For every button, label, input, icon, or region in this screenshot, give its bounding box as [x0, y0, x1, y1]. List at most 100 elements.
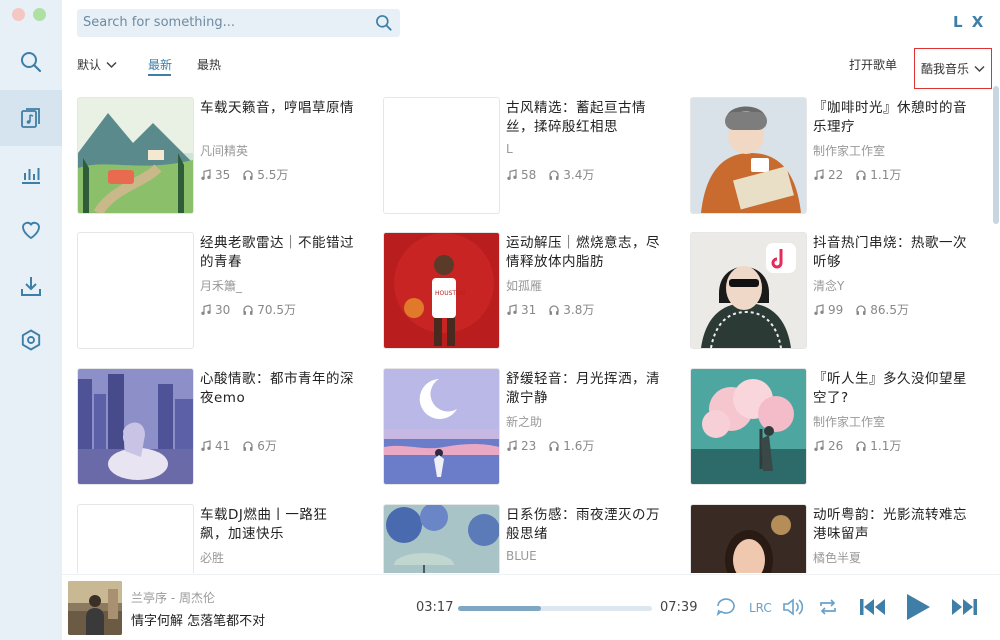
playlist-title[interactable]: 『咖啡时光』休憩时的音乐理疗	[813, 99, 968, 137]
song-count: 30	[215, 302, 231, 317]
search-input[interactable]: Search for something...	[83, 15, 235, 30]
song-count-icon	[507, 303, 517, 315]
playlist-cover[interactable]: HOUSTON	[383, 232, 500, 349]
playlist-cover[interactable]	[383, 97, 500, 214]
comment-icon[interactable]	[715, 597, 737, 617]
song-count-icon	[814, 168, 824, 180]
sidebar-item-settings[interactable]	[0, 312, 62, 368]
window-controls	[12, 8, 46, 21]
svg-text:HOUSTON: HOUSTON	[435, 290, 465, 297]
playlist-title[interactable]: 『听人生』多久没仰望星空了?	[813, 370, 968, 408]
playlist-card[interactable]: 日系伤感：雨夜湮灭の万般思绪 BLUE	[383, 504, 683, 573]
heart-icon	[22, 221, 40, 240]
playlist-cover[interactable]	[690, 368, 807, 485]
playlist-card[interactable]: 舒缓轻音：月光挥洒，清澈宁静 新之助 23 1.6万	[383, 368, 683, 486]
playlist-title[interactable]: 心酸情歌：都市青年的深夜emo	[200, 370, 355, 408]
playlist-card[interactable]: 经典老歌雷达｜不能错过的青春 月禾簫_ 30 70.5万	[77, 232, 377, 350]
sidebar-item-downloads[interactable]	[0, 258, 62, 314]
playlist-card[interactable]: 抖音热门串烧：热歌一次听够 清念Y 99 86.5万	[690, 232, 987, 350]
playlist-author: 橘色半夏	[813, 551, 862, 565]
now-playing-song[interactable]: 兰亭序 - 周杰伦	[131, 589, 215, 606]
song-count-icon	[814, 303, 824, 315]
playlist-cover[interactable]	[690, 97, 807, 214]
tab-hottest[interactable]: 最热	[197, 56, 221, 73]
search-box[interactable]: Search for something...	[77, 9, 400, 37]
playlist-author: L	[506, 142, 513, 156]
playlist-title[interactable]: 古风精选：蓄起亘古情丝，揉碎殷红相思	[506, 99, 661, 137]
app-logo: L X	[953, 13, 986, 31]
song-count-icon	[201, 168, 211, 180]
playlist-grid: 车载天籁音，哼唱草原情 凡间精英 35 5.5万 古风精选：蓄起亘古情丝，揉碎殷红相思 L…	[77, 97, 987, 573]
playlist-stats: 31 3.8万	[506, 301, 602, 318]
current-time: 03:17	[416, 600, 454, 615]
scrollbar-thumb[interactable]	[993, 86, 999, 224]
play-count: 86.5万	[870, 303, 910, 317]
playlist-title[interactable]: 经典老歌雷达｜不能错过的青春	[200, 234, 355, 272]
playlist-card[interactable]: 车载天籁音，哼唱草原情 凡间精英 35 5.5万	[77, 97, 377, 215]
volume-icon[interactable]	[782, 597, 806, 617]
scrollbar[interactable]	[993, 86, 999, 574]
close-window-button[interactable]	[12, 8, 25, 21]
lyrics-toggle-button[interactable]: LRC	[749, 601, 772, 615]
playlist-card[interactable]: 古风精选：蓄起亘古情丝，揉碎殷红相思 L 58 3.4万	[383, 97, 683, 215]
playlist-icon	[21, 108, 40, 128]
open-playlist-button[interactable]: 打开歌单	[849, 56, 897, 73]
playlist-title[interactable]: 运动解压｜燃烧意志，尽情释放体内脂肪	[506, 234, 661, 272]
play-count: 6万	[257, 439, 277, 453]
playlist-card[interactable]: 动听粤韵：光影流转难忘港味留声橘色半夏	[690, 504, 987, 573]
minimize-window-button[interactable]	[33, 8, 46, 21]
search-icon[interactable]	[374, 13, 394, 33]
tab-latest[interactable]: 最新	[148, 56, 172, 73]
progress-bar[interactable]	[458, 606, 652, 611]
player-bar: 兰亭序 - 周杰伦 情字何解 怎落笔都不对 03:17 07:39 LRC	[62, 574, 1000, 640]
repeat-icon[interactable]	[817, 597, 839, 617]
playlist-card[interactable]: 『听人生』多久没仰望星空了? 制作家工作室 26 1.1万	[690, 368, 987, 486]
song-count-icon	[507, 439, 517, 451]
playlist-stats: 26 1.1万	[813, 437, 909, 454]
playlist-cover[interactable]	[77, 504, 194, 573]
playlist-stats: 30 70.5万	[200, 301, 304, 318]
playlist-cover[interactable]	[77, 97, 194, 214]
playlist-stats: 22 1.1万	[813, 166, 909, 183]
sidebar-item-search[interactable]	[0, 34, 62, 90]
playlist-cover[interactable]	[77, 368, 194, 485]
playlist-author: 制作家工作室	[813, 144, 886, 158]
playlist-card[interactable]: 『咖啡时光』休憩时的音乐理疗制作家工作室 22 1.1万	[690, 97, 987, 215]
playlist-cover[interactable]	[383, 504, 500, 573]
sort-dropdown[interactable]: 默认	[77, 56, 117, 73]
sidebar-item-playlists[interactable]	[0, 90, 62, 146]
playlist-card[interactable]: 心酸情歌：都市青年的深夜emo 41 6万	[77, 368, 377, 486]
playlist-cover[interactable]	[77, 232, 194, 349]
play-count-icon	[856, 304, 866, 315]
playlist-title[interactable]: 舒缓轻音：月光挥洒，清澈宁静	[506, 370, 661, 408]
playlist-cover[interactable]	[383, 368, 500, 485]
sidebar-item-charts[interactable]	[0, 146, 62, 202]
play-count: 70.5万	[257, 303, 297, 317]
playlist-title[interactable]: 日系伤感：雨夜湮灭の万般思绪	[506, 506, 661, 544]
playlist-title[interactable]: 车载DJ燃曲丨一路狂飙，加速快乐	[200, 506, 355, 544]
sort-label: 默认	[77, 58, 102, 72]
play-count-icon	[243, 440, 253, 451]
sidebar-item-favorites[interactable]	[0, 202, 62, 258]
play-count-icon	[243, 304, 253, 315]
previous-track-icon[interactable]	[858, 596, 888, 618]
settings-icon	[21, 329, 41, 351]
download-icon	[21, 277, 41, 296]
now-playing-cover[interactable]	[68, 581, 122, 635]
play-icon[interactable]	[903, 591, 933, 623]
next-track-icon[interactable]	[949, 596, 979, 618]
playlist-title[interactable]: 车载天籁音，哼唱草原情	[200, 99, 355, 118]
chevron-down-icon	[974, 65, 985, 72]
playlist-cover[interactable]	[690, 504, 807, 573]
playlist-cover[interactable]	[690, 232, 807, 349]
active-tab-indicator	[148, 74, 171, 76]
playlist-author: 凡间精英	[200, 144, 249, 158]
playlist-title[interactable]: 抖音热门串烧：热歌一次听够	[813, 234, 968, 272]
playlist-card[interactable]: 车载DJ燃曲丨一路狂飙，加速快乐 必胜	[77, 504, 377, 573]
song-count-icon	[201, 303, 211, 315]
playlist-title[interactable]: 动听粤韵：光影流转难忘港味留声	[813, 506, 968, 544]
source-select[interactable]: 酷我音乐	[914, 48, 992, 89]
play-count: 1.6万	[563, 439, 595, 453]
playlist-stats: 99 86.5万	[813, 301, 917, 318]
playlist-card[interactable]: HOUSTON 运动解压｜燃烧意志，尽情释放体内脂肪 如孤雁 31 3.8万	[383, 232, 683, 350]
